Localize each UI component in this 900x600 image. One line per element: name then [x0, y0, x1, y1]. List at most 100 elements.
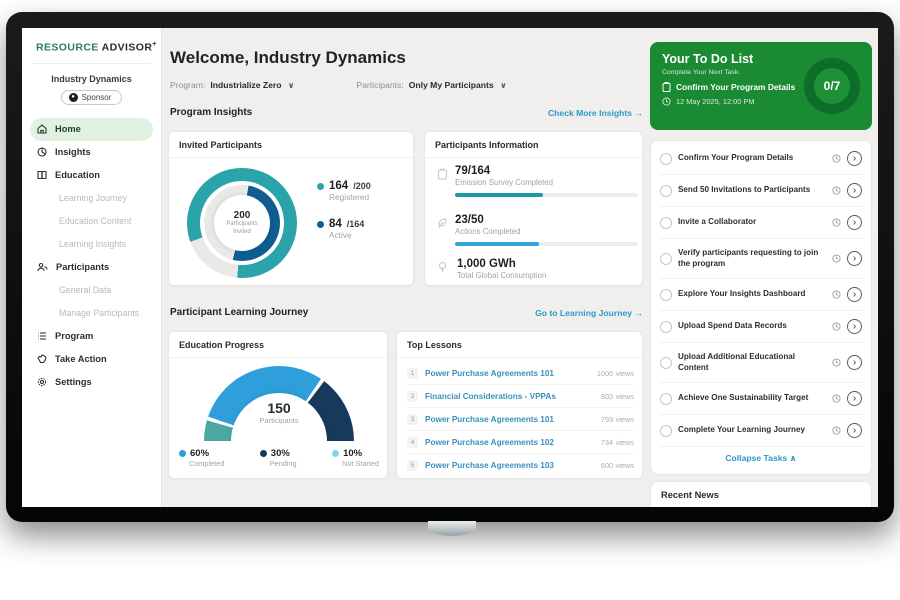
task-checkbox[interactable]: [660, 253, 672, 265]
stat-value: 79/164: [455, 165, 638, 177]
task-open-button[interactable]: ›: [847, 391, 862, 406]
task-open-button[interactable]: ›: [847, 423, 862, 438]
donut-legend: 164/200 Registered 84/164 Active: [317, 180, 371, 256]
legend-dot: [179, 450, 186, 457]
clock-icon: [832, 290, 841, 299]
lesson-row: 4 Power Purchase Agreements 102 734 view…: [407, 431, 634, 454]
arrow-right-icon: →: [634, 308, 643, 318]
legend-item-not-started: 10% Not Started: [332, 448, 379, 468]
task-checkbox[interactable]: [660, 217, 672, 229]
sidebar-item-education[interactable]: Education: [22, 164, 161, 187]
task-row[interactable]: Achieve One Sustainability Target ›: [660, 383, 862, 415]
task-row[interactable]: Send 50 Invitations to Participants ›: [660, 175, 862, 207]
task-open-button[interactable]: ›: [847, 319, 862, 334]
task-label: Complete Your Learning Journey: [678, 425, 826, 436]
task-label: Achieve One Sustainability Target: [678, 393, 826, 404]
clock-icon: [832, 394, 841, 403]
legend-value: 60%: [190, 448, 209, 459]
sidebar-item-manage-participants[interactable]: Manage Participants: [22, 302, 161, 325]
legend-item-active: 84/164 Active: [317, 218, 371, 240]
task-checkbox[interactable]: [660, 425, 672, 437]
legend-value: 84: [329, 218, 342, 230]
clock-icon: [832, 154, 841, 163]
sidebar-item-learning-journey[interactable]: Learning Journey: [22, 187, 161, 210]
sidebar-item-insights[interactable]: Insights: [22, 141, 161, 164]
task-open-button[interactable]: ›: [847, 287, 862, 302]
task-open-button[interactable]: ›: [847, 183, 862, 198]
task-checkbox[interactable]: [660, 289, 672, 301]
sidebar-item-label: Learning Journey: [59, 193, 127, 203]
collapse-tasks-link[interactable]: Collapse Tasks ∧: [660, 447, 862, 464]
sidebar-item-label: Insights: [55, 147, 91, 157]
task-open-button[interactable]: ›: [847, 151, 862, 166]
chevron-right-icon: ›: [853, 185, 856, 196]
lesson-link[interactable]: Power Purchase Agreements 101: [425, 369, 590, 378]
clipboard-icon: [662, 82, 671, 92]
task-label: Explore Your Insights Dashboard: [678, 289, 826, 300]
task-row[interactable]: Invite a Collaborator ›: [660, 207, 862, 239]
task-row[interactable]: Upload Additional Educational Content ›: [660, 343, 862, 383]
sidebar-item-take-action[interactable]: Take Action: [22, 348, 161, 371]
gauge-label: Participants: [169, 416, 389, 425]
task-checkbox[interactable]: [660, 321, 672, 333]
legend-value: 164: [329, 180, 348, 192]
views-label: views: [616, 438, 634, 447]
legend-value: 10%: [343, 448, 362, 459]
task-row[interactable]: Upload Spend Data Records ›: [660, 311, 862, 343]
check-more-insights-link[interactable]: Check More Insights →: [548, 108, 643, 118]
invited-donut-chart: 200 Participants Invited: [187, 168, 297, 278]
sidebar-item-learning-insights[interactable]: Learning Insights: [22, 233, 161, 256]
sidebar-item-program[interactable]: Program: [22, 325, 161, 348]
lesson-row: 1 Power Purchase Agreements 101 1000 vie…: [407, 362, 634, 385]
task-checkbox[interactable]: [660, 185, 672, 197]
sidebar-item-general-data[interactable]: General Data: [22, 279, 161, 302]
lesson-link[interactable]: Financial Considerations - VPPAs: [425, 392, 594, 401]
rank-badge: 1: [407, 368, 418, 379]
logo-resource: RESOURCE: [36, 42, 99, 54]
program-filter-dropdown[interactable]: Industrialize Zero ∨: [210, 80, 294, 90]
chevron-right-icon: ›: [853, 289, 856, 300]
sidebar-item-settings[interactable]: Settings: [22, 371, 161, 394]
donut-outer-ring: 200 Participants Invited: [187, 168, 297, 278]
task-row[interactable]: Explore Your Insights Dashboard ›: [660, 279, 862, 311]
rank-badge: 5: [407, 460, 418, 471]
sidebar-item-label: Participants: [56, 262, 109, 272]
lesson-link[interactable]: Power Purchase Agreements 102: [425, 438, 594, 447]
task-checkbox[interactable]: [660, 153, 672, 165]
filters-row: Program: Industrialize Zero ∨ Participan…: [170, 80, 643, 90]
participants-information-card: Participants Information 79/164 Emission…: [424, 131, 643, 286]
sidebar-item-education-content[interactable]: Education Content: [22, 210, 161, 233]
participants-icon: [37, 262, 48, 272]
views-count: 1000: [597, 369, 613, 378]
stat-label: Actions Completed: [455, 227, 638, 236]
chevron-down-icon: ∨: [500, 81, 507, 90]
participants-filter-label: Participants:: [356, 80, 403, 90]
go-to-learning-journey-link[interactable]: Go to Learning Journey →: [535, 308, 643, 318]
card-title: Invited Participants: [169, 132, 413, 158]
legend-value: 30%: [271, 448, 290, 459]
task-row[interactable]: Complete Your Learning Journey ›: [660, 415, 862, 447]
task-open-button[interactable]: ›: [847, 251, 862, 266]
todo-next-task-label: Confirm Your Program Details: [676, 82, 795, 92]
task-label: Upload Spend Data Records: [678, 321, 826, 332]
progress-bar-track: [455, 242, 638, 246]
progress-bar-fill: [455, 193, 543, 197]
task-row[interactable]: Verify participants requesting to join t…: [660, 239, 862, 279]
recent-news-title: Recent News: [661, 490, 861, 500]
task-open-button[interactable]: ›: [847, 355, 862, 370]
lesson-link[interactable]: Power Purchase Agreements 103: [425, 461, 594, 470]
task-row[interactable]: Confirm Your Program Details ›: [660, 143, 862, 175]
sidebar-item-home[interactable]: Home: [30, 118, 153, 141]
lesson-row: 3 Power Purchase Agreements 101 793 view…: [407, 408, 634, 431]
lesson-link[interactable]: Power Purchase Agreements 101: [425, 415, 594, 424]
sidebar-item-label: Home: [55, 124, 81, 134]
task-checkbox[interactable]: [660, 393, 672, 405]
todo-summary-card: Your To Do List Complete Your Next Task:…: [650, 42, 872, 130]
education-progress-card: Education Progress 150 Participants 60% …: [168, 331, 388, 479]
participants-filter-dropdown[interactable]: Only My Participants ∨: [409, 80, 507, 90]
task-open-button[interactable]: ›: [847, 215, 862, 230]
task-checkbox[interactable]: [660, 357, 672, 369]
logo-plus: +: [152, 41, 157, 48]
sidebar-item-participants[interactable]: Participants: [22, 256, 161, 279]
sidebar-item-label: Take Action: [55, 354, 107, 364]
